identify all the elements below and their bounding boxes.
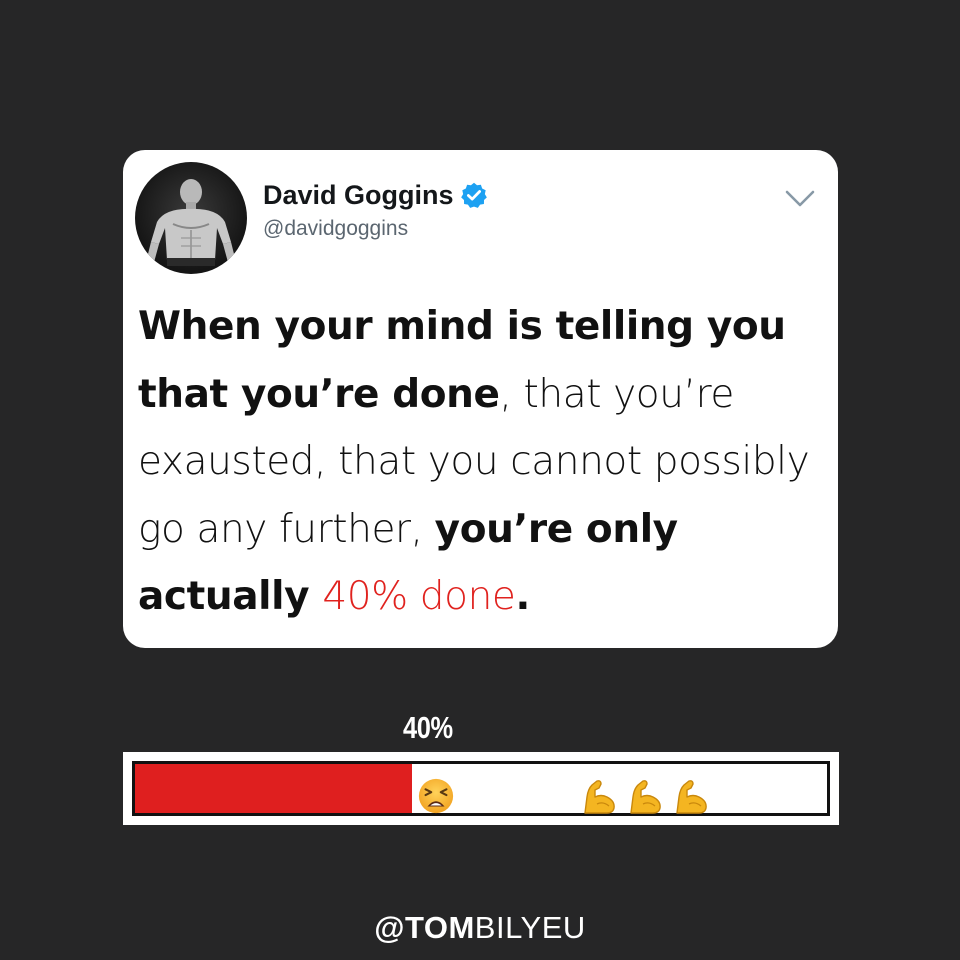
watermark: @TOMBILYEU <box>0 912 960 943</box>
tired-face-icon <box>418 778 454 814</box>
muscle-icons <box>579 777 711 817</box>
author-handle[interactable]: @davidgoggins <box>263 218 408 239</box>
author-name-text: David Goggins <box>263 179 454 210</box>
progress-fill <box>135 764 412 813</box>
avatar-photo <box>145 179 237 266</box>
flexed-biceps-icon <box>630 780 661 814</box>
progress-bar <box>123 752 839 825</box>
tweet-text-highlight: 40% done <box>322 574 516 619</box>
tweet-text: When your mind is telling you that you’r… <box>138 293 833 631</box>
verified-badge-icon <box>460 182 487 208</box>
tweet-card: David Goggins @davidgoggins When your mi… <box>123 150 838 648</box>
progress-label: 40% <box>403 710 453 745</box>
author-name[interactable]: David Goggins <box>263 181 488 209</box>
watermark-bold: @TOM <box>374 910 475 945</box>
flexed-biceps-icon <box>676 780 707 814</box>
avatar[interactable] <box>135 162 247 274</box>
progress-track <box>132 761 830 816</box>
flexed-biceps-icon <box>584 780 615 814</box>
watermark-light: BILYEU <box>474 910 586 945</box>
tweet-text-period: . <box>515 574 531 619</box>
chevron-down-icon[interactable] <box>784 188 816 210</box>
